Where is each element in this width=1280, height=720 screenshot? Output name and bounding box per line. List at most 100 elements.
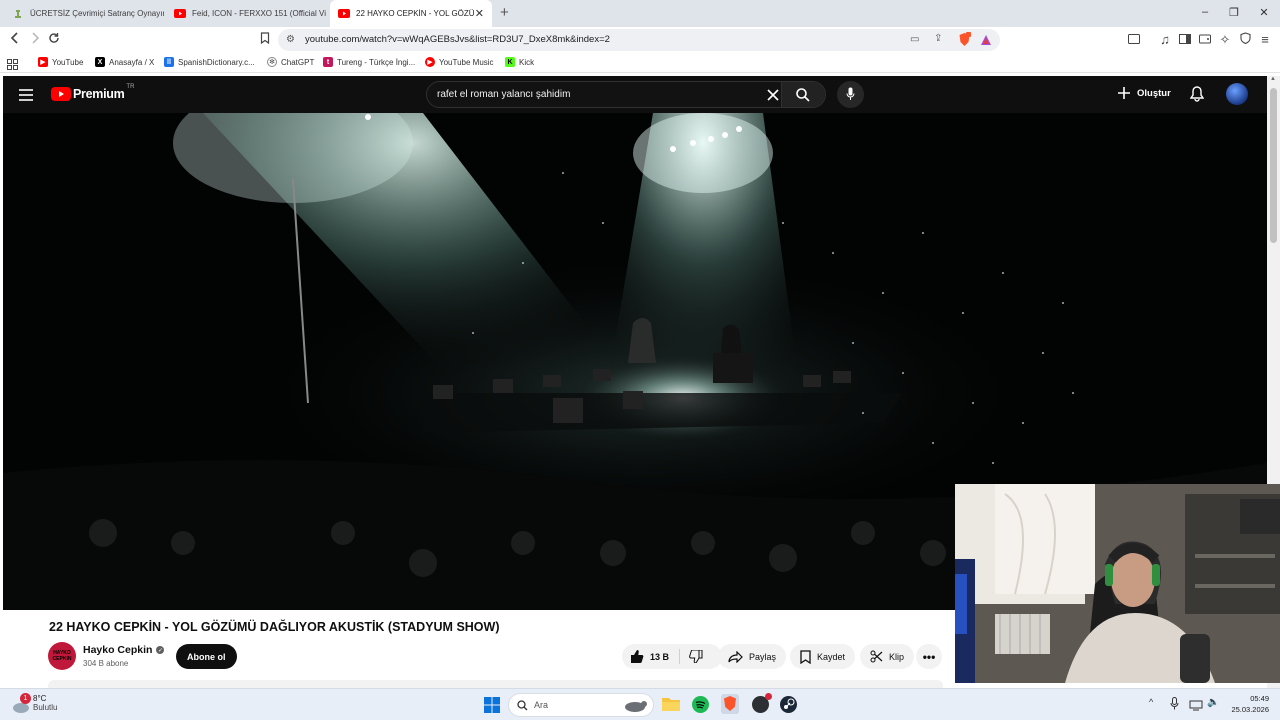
- channel-name: Hayko Cepkin: [83, 644, 153, 656]
- apps-grid-icon[interactable]: [7, 57, 18, 75]
- navigation-bar: ⚙ youtube.com/watch?v=wWqAGEBsJvs&list=R…: [0, 27, 1280, 53]
- bookmark-label: Tureng - Türkçe İngi...: [337, 57, 416, 67]
- tab-hayko[interactable]: 22 HAYKO CEPKİN - YOL GÖZÜMÜ ✕: [330, 0, 492, 27]
- url-text: youtube.com/watch?v=wWqAGEBsJvs&list=RD3…: [305, 34, 610, 45]
- steam-icon[interactable]: [780, 696, 797, 713]
- back-icon[interactable]: [7, 32, 23, 48]
- like-button[interactable]: 13 B: [622, 649, 680, 664]
- channel-avatar-text: HAYKO CEPKIN: [52, 650, 72, 662]
- chess-icon: [12, 8, 24, 20]
- tray-overflow-icon[interactable]: ^: [1149, 697, 1153, 707]
- tab-feid[interactable]: Feid, ICON - FERXXO 151 (Official Vi: [166, 0, 326, 27]
- bookmark-spanishdict[interactable]: ll SpanishDictionary.c...: [164, 57, 255, 67]
- taskbar-search[interactable]: Ara: [508, 693, 654, 717]
- bookmark-youtube[interactable]: ▶ YouTube: [38, 57, 83, 67]
- youtube-favicon-icon: [174, 8, 186, 20]
- webcam-feed-image: [955, 484, 1280, 683]
- share-icon[interactable]: ⇪: [934, 33, 942, 44]
- clip-button[interactable]: Klip: [860, 644, 915, 669]
- brave-browser-icon[interactable]: [721, 694, 739, 719]
- bookmark-youtube-music[interactable]: ▶ YouTube Music: [425, 57, 494, 67]
- bookmark-x[interactable]: X Anasayfa / X: [95, 57, 154, 67]
- tray-microphone-icon[interactable]: [1170, 697, 1179, 715]
- search-button[interactable]: [781, 82, 825, 107]
- webcam-overlay: [955, 484, 1280, 683]
- bookmark-label: YouTube: [52, 57, 84, 67]
- leo-ai-icon[interactable]: ✧: [1217, 32, 1233, 48]
- share-label: Paylaş: [749, 651, 777, 662]
- search-highlight-animal-icon: [625, 701, 647, 712]
- reload-icon[interactable]: [46, 32, 62, 48]
- tureng-icon: t: [323, 57, 333, 67]
- clip-label: Klip: [889, 651, 905, 662]
- weather-widget[interactable]: 1 8°C Bulutlu: [12, 693, 57, 713]
- description-box[interactable]: [48, 680, 943, 688]
- close-tab-icon[interactable]: ✕: [475, 7, 484, 20]
- thumbs-down-icon: [689, 650, 703, 663]
- site-info-icon[interactable]: ⚙: [286, 34, 295, 45]
- clock-date: 25.03.2026: [1231, 705, 1269, 714]
- save-bookmark-icon: [800, 649, 811, 664]
- scroll-thumb[interactable]: [1270, 88, 1277, 243]
- like-count: 13 B: [650, 651, 670, 662]
- brave-rewards-icon[interactable]: [980, 33, 992, 51]
- restore-icon[interactable]: ❐: [1227, 6, 1241, 19]
- search-box[interactable]: rafet el roman yalancı şahidim: [426, 81, 826, 108]
- search-input[interactable]: rafet el roman yalancı şahidim: [437, 89, 570, 100]
- tab-chess[interactable]: ÜCRETSİZ Çevrimiçi Satranç Oynayın: [4, 0, 164, 27]
- cast-icon[interactable]: ▭: [910, 34, 919, 45]
- notifications-bell-icon[interactable]: [1189, 86, 1205, 107]
- menu-icon[interactable]: ≡: [1257, 32, 1273, 48]
- bookmarks-bar: ▶ YouTube X Anasayfa / X ll SpanishDicti…: [0, 53, 1280, 73]
- bookmark-label: SpanishDictionary.c...: [178, 57, 255, 67]
- spanishdict-icon: ll: [164, 57, 174, 67]
- reading-list-icon[interactable]: [1177, 32, 1193, 48]
- vpn-icon[interactable]: [1237, 32, 1253, 48]
- subscribe-button[interactable]: Abone ol: [176, 644, 237, 669]
- voice-search-button[interactable]: [837, 81, 864, 108]
- dislike-button[interactable]: [680, 650, 703, 663]
- brave-shields-icon[interactable]: [958, 32, 971, 52]
- media-icon[interactable]: ♫: [1157, 32, 1173, 48]
- account-avatar[interactable]: [1226, 83, 1248, 105]
- bookmark-label: ChatGPT: [281, 57, 315, 67]
- volume-icon[interactable]: 🔈: [1207, 697, 1219, 708]
- close-window-icon[interactable]: ✕: [1257, 6, 1271, 19]
- bookmark-tureng[interactable]: t Tureng - Türkçe İngi...: [323, 57, 415, 67]
- share-button[interactable]: Paylaş: [718, 644, 787, 669]
- hamburger-menu-icon[interactable]: [19, 88, 33, 106]
- network-icon[interactable]: [1189, 698, 1203, 716]
- kick-icon: K: [505, 57, 515, 67]
- bookmark-kick[interactable]: K Kick: [505, 57, 534, 67]
- windows-start-icon[interactable]: [484, 697, 500, 718]
- bookmark-icon[interactable]: [257, 32, 273, 48]
- bookmark-chatgpt[interactable]: ✻ ChatGPT: [267, 57, 314, 67]
- clear-search-icon[interactable]: [767, 88, 779, 106]
- forward-icon[interactable]: [27, 32, 43, 48]
- save-button[interactable]: Kaydet: [790, 644, 856, 669]
- obs-icon[interactable]: [752, 693, 772, 713]
- clock[interactable]: 05:49 25.03.2026: [1229, 694, 1269, 714]
- file-explorer-icon[interactable]: [662, 696, 680, 717]
- weather-badge: 1: [20, 693, 31, 704]
- minimize-icon[interactable]: –: [1198, 6, 1212, 18]
- sidepanel-icon[interactable]: [1126, 32, 1142, 48]
- more-actions-icon[interactable]: •••: [916, 644, 942, 669]
- address-bar[interactable]: ⚙ youtube.com/watch?v=wWqAGEBsJvs&list=R…: [278, 29, 1000, 51]
- scroll-up-arrow-icon[interactable]: ▲: [1270, 76, 1277, 84]
- wallet-icon[interactable]: [1197, 32, 1213, 48]
- create-button[interactable]: Oluştur: [1117, 86, 1171, 100]
- youtube-premium-logo[interactable]: Premium TR: [51, 84, 134, 101]
- youtube-logo-icon: [51, 87, 71, 101]
- tab-title: 22 HAYKO CEPKİN - YOL GÖZÜMÜ: [356, 9, 474, 18]
- verified-check-icon: ✓: [156, 646, 165, 654]
- new-tab-button[interactable]: +: [500, 4, 509, 21]
- channel-avatar[interactable]: HAYKO CEPKIN: [48, 642, 76, 670]
- premium-text: Premium: [73, 87, 125, 101]
- search-icon: [517, 700, 528, 711]
- channel-name-link[interactable]: Hayko Cepkin ✓: [83, 644, 165, 656]
- bookmark-label: YouTube Music: [439, 57, 494, 67]
- spotify-icon[interactable]: [692, 696, 709, 713]
- share-icon: [728, 650, 743, 663]
- search-placeholder: Ara: [534, 700, 549, 710]
